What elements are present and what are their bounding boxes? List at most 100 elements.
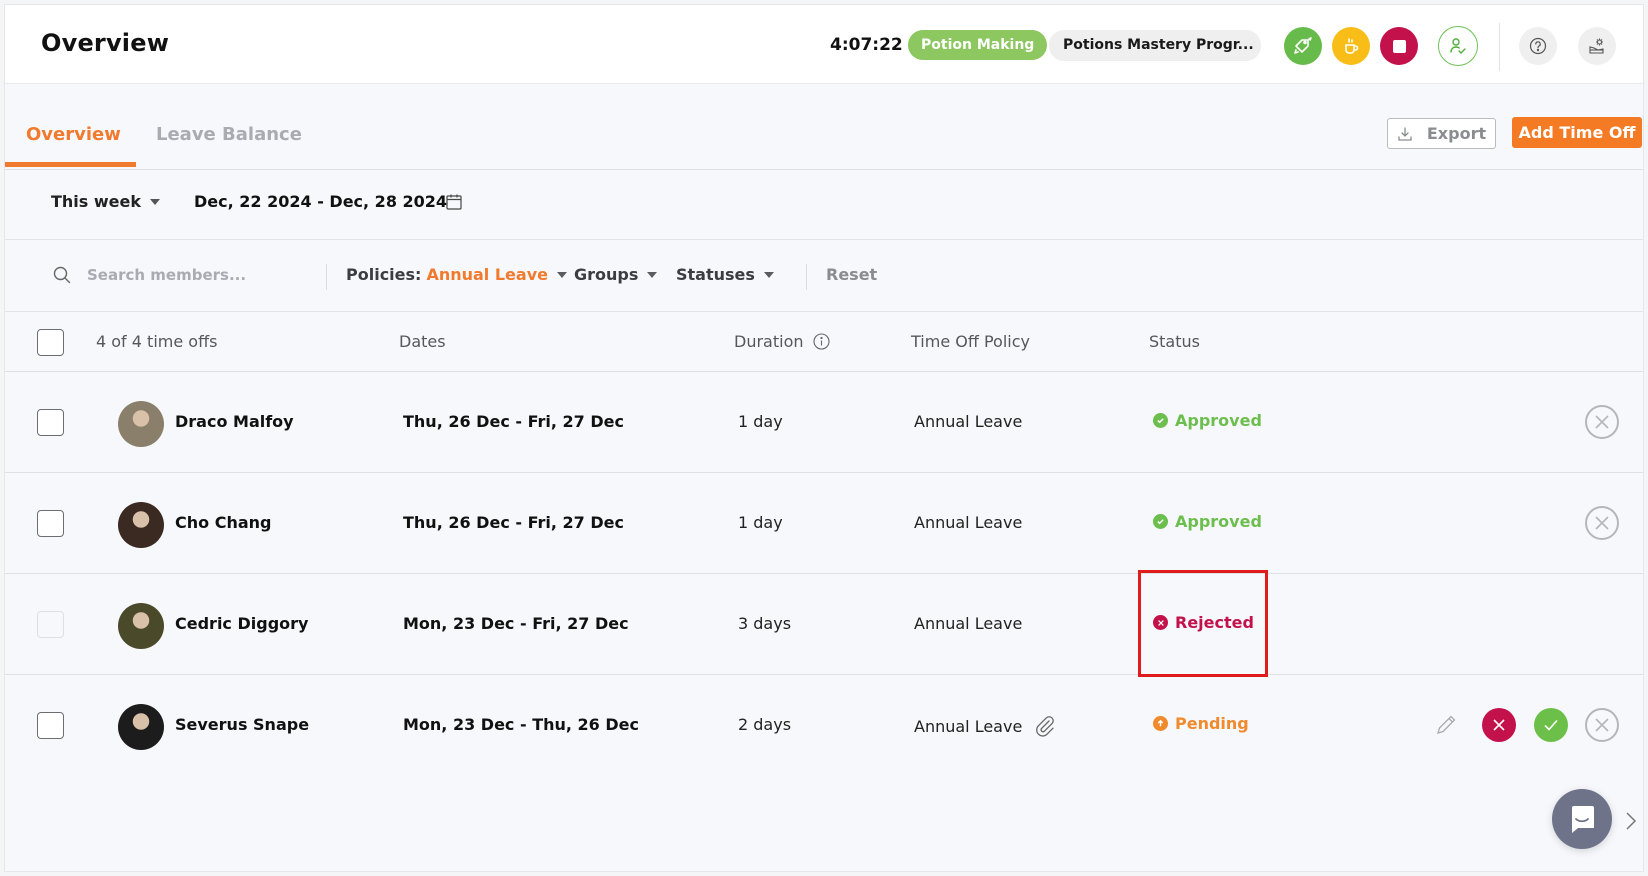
break-button[interactable]: [1332, 27, 1370, 65]
caret-down-icon: [647, 271, 658, 278]
cancel-request-button[interactable]: [1585, 708, 1619, 742]
cancel-request-button[interactable]: [1585, 405, 1619, 439]
select-all-checkbox[interactable]: [37, 329, 64, 356]
time-off-duration: 2 days: [738, 715, 792, 734]
duration-header-label: Duration: [734, 332, 804, 351]
status-label: Pending: [1175, 714, 1249, 733]
groups-filter-dropdown[interactable]: Groups: [574, 265, 658, 284]
caret-down-icon: [150, 198, 161, 205]
policy-name: Annual Leave: [914, 614, 1023, 633]
column-header-policy: Time Off Policy: [911, 332, 1030, 351]
table-row: Draco Malfoy Thu, 26 Dec - Fri, 27 Dec 1 d…: [5, 372, 1643, 473]
chat-support-button[interactable]: [1552, 789, 1612, 849]
column-header-dates: Dates: [399, 332, 446, 351]
info-icon[interactable]: [813, 333, 830, 350]
member-name[interactable]: Draco Malfoy: [175, 412, 294, 431]
current-task-pill[interactable]: Potions Mastery Progr...: [1049, 30, 1261, 61]
chevron-right-icon[interactable]: [1625, 811, 1637, 831]
settings-gear-icon: [1589, 38, 1604, 54]
filter-divider: [806, 264, 807, 290]
user-status-button[interactable]: [1438, 26, 1478, 66]
avatar: [118, 502, 164, 548]
page-title: Overview: [41, 29, 170, 57]
policies-filter-label: Policies: [346, 265, 416, 284]
status-badge: Approved: [1153, 512, 1262, 531]
tab-overview[interactable]: Overview: [26, 124, 121, 145]
member-name[interactable]: Cho Chang: [175, 513, 271, 532]
timer-display: 4:07:22: [830, 35, 903, 55]
member-name[interactable]: Cedric Diggory: [175, 614, 308, 633]
check-circle-icon: [1153, 514, 1168, 529]
column-header-status: Status: [1149, 332, 1200, 351]
switch-task-button[interactable]: [1284, 27, 1322, 65]
x-circle-icon: [1153, 615, 1168, 630]
x-icon: [1493, 719, 1505, 731]
avatar: [118, 704, 164, 750]
statuses-filter-dropdown[interactable]: Statuses: [676, 265, 774, 284]
reset-filters-button[interactable]: Reset: [826, 265, 877, 284]
edit-request-button[interactable]: [1429, 708, 1463, 742]
user-check-icon: [1450, 38, 1466, 54]
stop-icon: [1392, 39, 1406, 53]
tabs-bar: Overview Leave Balance Export Add Time O…: [5, 84, 1643, 170]
time-off-dates: Thu, 26 Dec - Fri, 27 Dec: [403, 412, 624, 431]
range-preset-dropdown[interactable]: This week: [51, 192, 161, 211]
status-badge: Pending: [1153, 714, 1249, 733]
help-button[interactable]: [1519, 27, 1557, 65]
time-off-duration: 1 day: [738, 513, 783, 532]
member-name[interactable]: Severus Snape: [175, 715, 309, 734]
paperclip-icon[interactable]: [1034, 715, 1056, 737]
export-button[interactable]: Export: [1387, 118, 1496, 149]
time-off-policy: Annual Leave: [914, 715, 1056, 737]
row-checkbox[interactable]: [37, 712, 64, 739]
pencil-icon: [1437, 715, 1456, 734]
reject-request-button[interactable]: [1482, 708, 1516, 742]
avatar: [118, 401, 164, 447]
time-off-policy: Annual Leave: [914, 513, 1022, 532]
calendar-icon[interactable]: [445, 193, 463, 211]
avatar: [118, 603, 164, 649]
status-label: Rejected: [1175, 613, 1254, 632]
status-label: Approved: [1175, 512, 1262, 531]
time-off-count: 4 of 4 time offs: [96, 332, 218, 351]
cancel-request-button[interactable]: [1585, 506, 1619, 540]
date-range-text[interactable]: Dec, 22 2024 - Dec, 28 2024: [194, 192, 447, 211]
help-icon: [1529, 37, 1547, 55]
stop-timer-button[interactable]: [1380, 27, 1418, 65]
caret-down-icon: [763, 271, 774, 278]
app-frame: Overview 4:07:22 Potion Making Potions M…: [4, 4, 1644, 872]
approve-request-button[interactable]: [1534, 708, 1568, 742]
time-off-dates: Mon, 23 Dec - Fri, 27 Dec: [403, 614, 629, 633]
top-bar: Overview 4:07:22 Potion Making Potions M…: [5, 5, 1643, 84]
groups-filter-label: Groups: [574, 265, 639, 284]
export-label: Export: [1426, 124, 1487, 143]
time-off-policy: Annual Leave: [914, 412, 1022, 431]
settings-button[interactable]: [1578, 27, 1616, 65]
policy-name: Annual Leave: [914, 716, 1023, 736]
time-off-dates: Mon, 23 Dec - Thu, 26 Dec: [403, 715, 639, 734]
cancel-x-icon: [1595, 415, 1609, 429]
time-off-duration: 1 day: [738, 412, 783, 431]
row-checkbox[interactable]: [37, 510, 64, 537]
statuses-filter-label: Statuses: [676, 265, 755, 284]
range-preset-label: This week: [51, 192, 142, 211]
date-range-bar: This week Dec, 22 2024 - Dec, 28 2024: [5, 170, 1643, 240]
table-row: Severus Snape Mon, 23 Dec - Thu, 26 Dec 2 …: [5, 675, 1643, 776]
current-project-pill[interactable]: Potion Making: [908, 30, 1048, 60]
time-off-dates: Thu, 26 Dec - Fri, 27 Dec: [403, 513, 624, 532]
caret-down-icon: [556, 271, 567, 278]
status-label: Approved: [1175, 411, 1262, 430]
add-time-off-button[interactable]: Add Time Off: [1512, 117, 1642, 148]
cancel-x-icon: [1595, 516, 1609, 530]
row-checkbox[interactable]: [37, 409, 64, 436]
tab-leave-balance[interactable]: Leave Balance: [156, 124, 302, 145]
policies-filter-dropdown[interactable]: Policies: Annual Leave: [346, 265, 567, 284]
check-circle-icon: [1153, 413, 1168, 428]
policy-name: Annual Leave: [914, 513, 1023, 532]
table-header: 4 of 4 time offs Dates Duration Time Off…: [5, 312, 1643, 372]
check-icon: [1544, 719, 1558, 731]
search-members-input[interactable]: [87, 262, 307, 288]
policies-filter-value: Annual Leave: [426, 265, 548, 284]
pending-arrow-icon: [1153, 716, 1168, 731]
table-row: Cho Chang Thu, 26 Dec - Fri, 27 Dec 1 day A…: [5, 473, 1643, 574]
